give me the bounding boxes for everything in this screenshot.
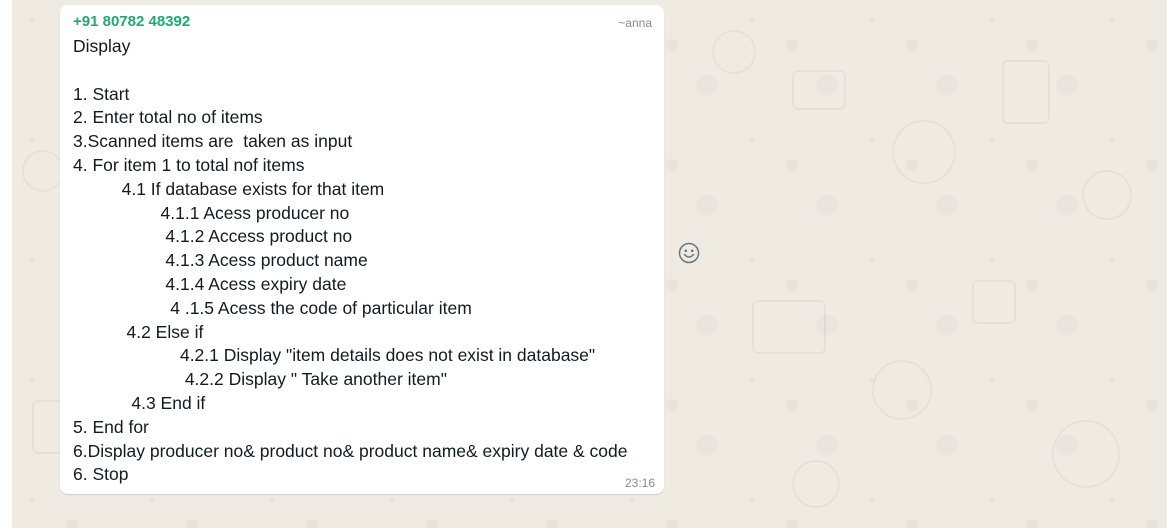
message-line: 4.3 End if bbox=[73, 392, 206, 413]
message-line: 4. For item 1 to total nof items bbox=[73, 154, 305, 175]
wallpaper-doodle bbox=[972, 280, 1016, 324]
wallpaper-doodle bbox=[752, 300, 826, 354]
wallpaper-doodle bbox=[1002, 60, 1050, 124]
sender-phone-number[interactable]: +91 80782 48392 bbox=[73, 13, 190, 30]
wallpaper-doodle bbox=[792, 70, 846, 110]
sender-push-name: ~anna bbox=[618, 16, 652, 30]
message-line: 6.Display producer no& product no& produ… bbox=[73, 440, 628, 461]
wallpaper-doodle bbox=[1052, 420, 1120, 488]
wallpaper-doodle bbox=[1082, 170, 1132, 220]
wallpaper-doodle bbox=[22, 150, 64, 192]
message-line: 4.1.1 Acess producer no bbox=[73, 202, 350, 223]
wallpaper-doodle bbox=[712, 30, 756, 74]
smiley-face-icon[interactable] bbox=[677, 241, 701, 265]
message-line: 4.2.2 Display " Take another item" bbox=[73, 369, 447, 390]
message-line: 4.1.2 Access product no bbox=[73, 226, 353, 247]
message-line: 2. Enter total no of items bbox=[73, 107, 263, 128]
wallpaper-doodle bbox=[892, 120, 956, 184]
message-line: 4.1.4 Acess expiry date bbox=[73, 273, 347, 294]
message-timestamp: 23:16 bbox=[624, 476, 655, 490]
wallpaper-doodle bbox=[792, 460, 840, 508]
message-line: Display bbox=[73, 36, 131, 56]
message-line: 4.2 Else if bbox=[73, 321, 204, 342]
message-line: 4.1 If database exists for that item bbox=[73, 178, 385, 199]
message-line: 3.Scanned items are taken as input bbox=[73, 131, 353, 152]
message-line: 5. End for bbox=[73, 416, 149, 437]
message-text: Display 1. Start 2. Enter total no of it… bbox=[73, 35, 658, 487]
message-line: 6. Stop bbox=[73, 464, 129, 485]
message-line: 4.2.1 Display "item details does not exi… bbox=[73, 345, 596, 366]
message-line bbox=[73, 59, 658, 83]
message-line: 4 .1.5 Acess the code of particular item bbox=[73, 297, 472, 318]
message-line: 4.1.3 Acess product name bbox=[73, 250, 368, 271]
wallpaper-doodle bbox=[872, 360, 932, 420]
message-line: 1. Start bbox=[73, 83, 130, 104]
incoming-message-bubble[interactable]: +91 80782 48392 ~anna Display 1. Start 2… bbox=[60, 5, 664, 494]
